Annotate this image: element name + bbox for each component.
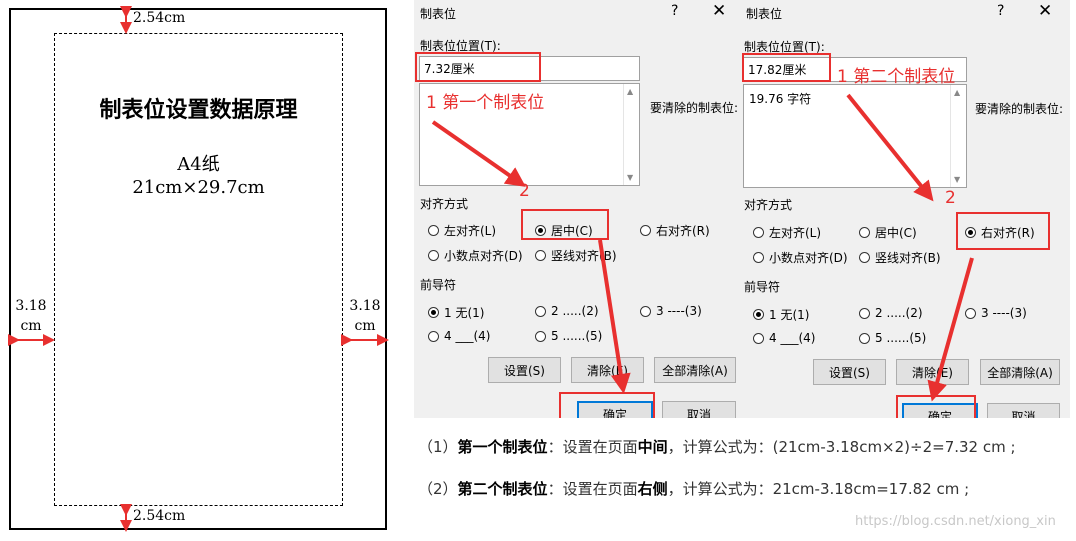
note-bold: 第一个制表位 (457, 438, 548, 456)
note-bold: 第二个制表位 (457, 480, 548, 498)
note-text: ，计算公式为：21cm-3.18cm=17.82 cm ; (667, 480, 970, 498)
note-text: ，计算公式为：(21cm-3.18cm×2)÷2=7.32 cm ; (667, 438, 1016, 456)
note-bold: 中间 (637, 438, 668, 456)
annotation-arrow (927, 257, 974, 402)
note-bold: 右侧 (637, 480, 668, 498)
annotation-arrow (598, 239, 631, 394)
watermark: https://blog.csdn.net/xiong_xin (855, 514, 1056, 529)
note-text: ：设置在页面 (547, 438, 638, 456)
note-prefix: （1） (418, 438, 458, 456)
dialog-arrow-overlay (431, 93, 974, 402)
explanation-line-1: （1）第一个制表位：设置在页面中间，计算公式为：(21cm-3.18cm×2)÷… (418, 436, 1016, 457)
note-prefix: （2） (418, 480, 458, 498)
explanation-line-2: （2）第二个制表位：设置在页面右侧，计算公式为：21cm-3.18cm=17.8… (418, 478, 969, 499)
note-text: ：设置在页面 (547, 480, 638, 498)
annotation-arrow (431, 120, 526, 187)
annotation-arrow (846, 93, 934, 202)
